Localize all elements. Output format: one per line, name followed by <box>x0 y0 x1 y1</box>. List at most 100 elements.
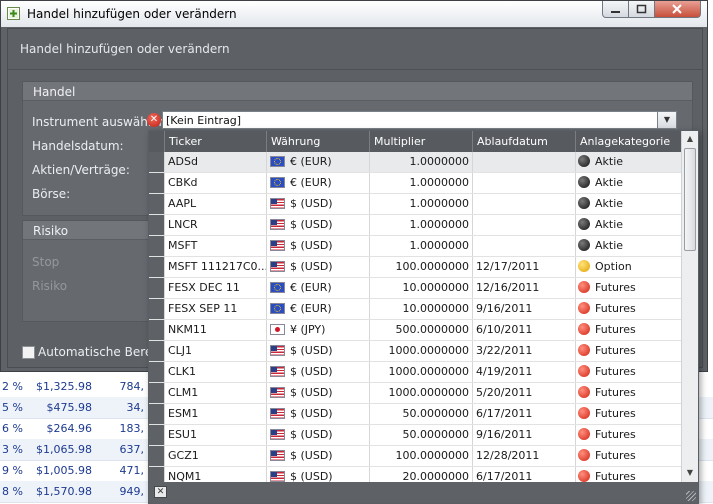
shares-contracts-label: Aktien/Verträge: <box>32 163 130 177</box>
category-red-dot-icon <box>578 323 590 335</box>
row-indicator[interactable] <box>149 383 164 403</box>
row-indicator[interactable] <box>149 425 164 445</box>
instrument-row[interactable]: MSFT $ (USD) 1.0000000 Aktie <box>149 236 681 257</box>
currency-cell: € (EUR) <box>266 278 369 298</box>
row-indicator[interactable] <box>149 362 164 382</box>
row-indicator[interactable] <box>149 152 164 172</box>
background-pct: 2 % <box>2 380 23 393</box>
category-text: Futures <box>595 449 636 462</box>
multiplier-cell: 1.0000000 <box>369 194 472 214</box>
currency-text: $ (USD) <box>290 239 333 252</box>
us-flag-icon <box>270 366 285 377</box>
category-red-dot-icon <box>578 386 590 398</box>
chevron-down-icon: ▼ <box>663 115 671 124</box>
us-flag-icon <box>270 450 285 461</box>
close-popup-icon[interactable]: ✕ <box>154 486 167 498</box>
category-red-dot-icon <box>578 302 590 314</box>
multiplier-cell: 1000.0000000 <box>369 341 472 361</box>
category-black-dot-icon <box>578 197 590 209</box>
instrument-row[interactable]: CBKd € (EUR) 1.0000000 Aktie <box>149 173 681 194</box>
instrument-combobox-input[interactable]: [Kein Eintrag] <box>162 111 658 129</box>
category-red-dot-icon <box>578 428 590 440</box>
row-indicator[interactable] <box>149 404 164 424</box>
multiplier-cell: 500.0000000 <box>369 320 472 340</box>
minimize-button[interactable] <box>602 1 629 18</box>
multiplier-cell: 1.0000000 <box>369 173 472 193</box>
ticker-cell: MSFT <box>164 236 266 256</box>
row-indicator[interactable] <box>149 236 164 256</box>
eu-flag-icon <box>270 177 285 188</box>
multiplier-cell: 50.0000000 <box>369 425 472 445</box>
vertical-scrollbar[interactable]: ▲ ▼ <box>681 131 698 482</box>
currency-cell: $ (USD) <box>266 257 369 277</box>
currency-text: € (EUR) <box>290 281 332 294</box>
row-indicator[interactable] <box>149 446 164 466</box>
row-indicator[interactable] <box>149 299 164 319</box>
row-indicator[interactable] <box>149 341 164 361</box>
instrument-row[interactable]: CLM1 $ (USD) 1000.0000000 5/20/2011 Futures <box>149 383 681 404</box>
category-yellow-dot-icon <box>578 260 590 272</box>
row-indicator[interactable] <box>149 194 164 214</box>
title-bar[interactable]: Handel hinzufügen oder verändern <box>1 1 707 27</box>
instrument-row[interactable]: ESU1 $ (USD) 50.0000000 9/16/2011 Futures <box>149 425 681 446</box>
currency-cell: $ (USD) <box>266 404 369 424</box>
category-red-dot-icon <box>578 470 590 482</box>
scroll-down-icon[interactable]: ▼ <box>682 465 698 481</box>
category-text: Futures <box>595 407 636 420</box>
instrument-row[interactable]: GCZ1 $ (USD) 100.0000000 12/28/2011 Futures <box>149 446 681 467</box>
multiplier-cell: 50.0000000 <box>369 404 472 424</box>
dropdown-arrow-button[interactable]: ▼ <box>658 111 677 129</box>
error-icon: ✕ <box>147 113 161 127</box>
expiry-cell: 12/16/2011 <box>472 278 575 298</box>
ticker-cell: ESU1 <box>164 425 266 445</box>
column-header-currency[interactable]: Währung <box>266 131 369 152</box>
instrument-row[interactable]: CLK1 $ (USD) 1000.0000000 4/19/2011 Futures <box>149 362 681 383</box>
close-button[interactable] <box>655 1 701 18</box>
category-cell: Futures <box>575 362 681 382</box>
background-amount2: 784, <box>119 380 145 393</box>
maximize-button[interactable] <box>629 1 655 18</box>
row-indicator[interactable] <box>149 257 164 277</box>
auto-calc-checkbox[interactable] <box>22 346 35 359</box>
scroll-thumb[interactable] <box>684 148 696 251</box>
row-indicator[interactable] <box>149 215 164 235</box>
jp-flag-icon <box>270 324 285 335</box>
category-red-dot-icon <box>578 365 590 377</box>
instrument-row[interactable]: FESX DEC 11 € (EUR) 10.0000000 12/16/2011 Fu… <box>149 278 681 299</box>
category-black-dot-icon <box>578 239 590 251</box>
column-header-expiry[interactable]: Ablaufdatum <box>472 131 575 152</box>
instrument-row[interactable]: MSFT 111217C0... $ (USD) 100.0000000 12/17/… <box>149 257 681 278</box>
dialog-header: Handel hinzufügen oder verändern <box>20 42 230 56</box>
row-indicator[interactable] <box>149 278 164 298</box>
expiry-cell: 4/19/2011 <box>472 362 575 382</box>
column-header-ticker[interactable]: Ticker <box>164 131 266 152</box>
scroll-up-icon[interactable]: ▲ <box>682 131 698 147</box>
row-indicator[interactable] <box>149 173 164 193</box>
currency-text: $ (USD) <box>290 197 333 210</box>
column-header-category[interactable]: Anlagekategorie <box>575 131 681 152</box>
currency-text: € (EUR) <box>290 176 332 189</box>
group-handel-header: Handel <box>23 82 692 101</box>
currency-cell: $ (USD) <box>266 341 369 361</box>
instrument-row[interactable]: FESX SEP 11 € (EUR) 10.0000000 9/16/2011 Fut… <box>149 299 681 320</box>
instrument-row[interactable]: AAPL $ (USD) 1.0000000 Aktie <box>149 194 681 215</box>
category-black-dot-icon <box>578 218 590 230</box>
currency-text: ¥ (JPY) <box>290 323 326 336</box>
currency-text: $ (USD) <box>290 344 333 357</box>
category-cell: Futures <box>575 341 681 361</box>
category-cell: Aktie <box>575 194 681 214</box>
category-cell: Futures <box>575 425 681 445</box>
instrument-row[interactable]: NKM11 ¥ (JPY) 500.0000000 6/10/2011 Futures <box>149 320 681 341</box>
category-cell: Aktie <box>575 236 681 256</box>
instrument-row[interactable]: ADSd € (EUR) 1.0000000 Aktie <box>149 152 681 173</box>
background-amount: $1,325.98 <box>36 380 92 393</box>
maximize-icon <box>636 4 647 14</box>
row-indicator[interactable] <box>149 320 164 340</box>
instrument-row[interactable]: LNCR $ (USD) 1.0000000 Aktie <box>149 215 681 236</box>
instrument-row[interactable]: ESM1 $ (USD) 50.0000000 6/17/2011 Futures <box>149 404 681 425</box>
instrument-row[interactable]: CLJ1 $ (USD) 1000.0000000 3/22/2011 Futures <box>149 341 681 362</box>
column-header-multiplier[interactable]: Multiplier <box>369 131 472 152</box>
resize-grip-icon[interactable] <box>686 491 696 501</box>
category-text: Aktie <box>595 218 624 231</box>
us-flag-icon <box>270 219 285 230</box>
